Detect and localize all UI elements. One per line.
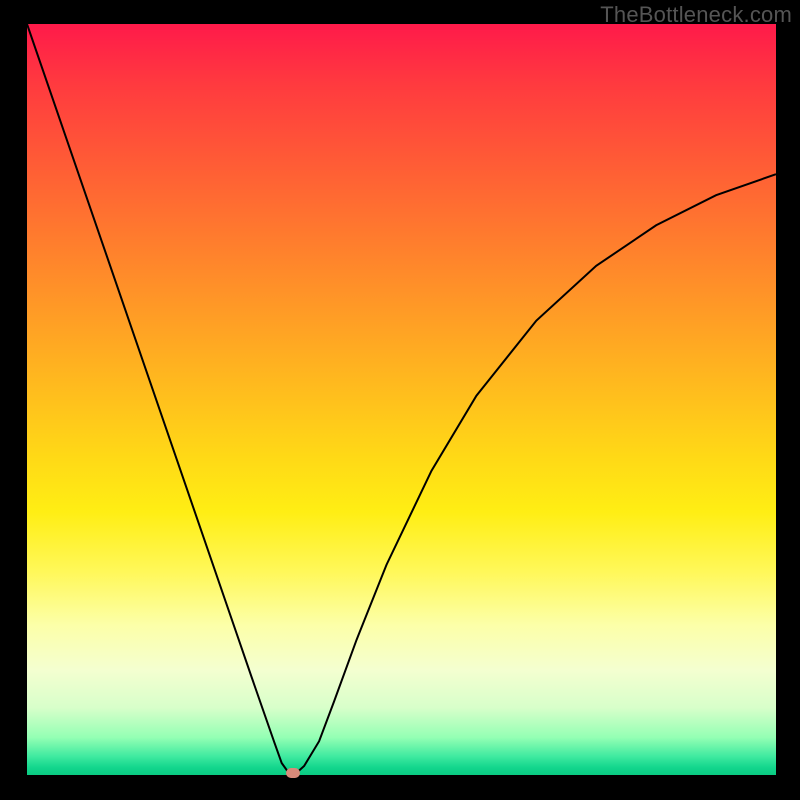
watermark-text: TheBottleneck.com	[600, 2, 792, 28]
curve-path	[27, 24, 776, 773]
bottleneck-curve	[27, 24, 776, 775]
chart-plot-area	[27, 24, 776, 775]
optimal-point-marker	[286, 768, 300, 778]
